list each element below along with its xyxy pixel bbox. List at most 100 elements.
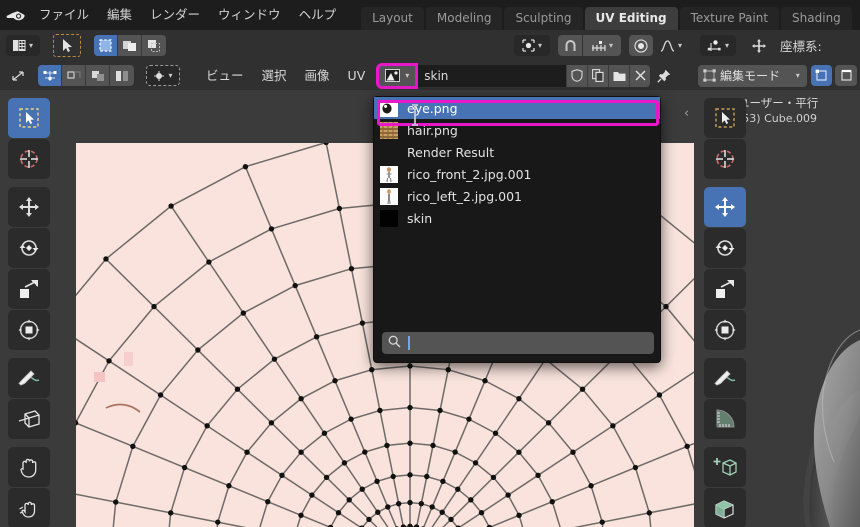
chevron-down-icon: ▾	[677, 41, 682, 50]
menu-file[interactable]: ファイル	[30, 0, 98, 30]
pivot-center-icon[interactable]: ▾	[514, 35, 550, 56]
uv-tool-rotate[interactable]	[8, 228, 50, 268]
island-select-icon[interactable]	[110, 65, 134, 86]
uv-editor-header-top: ▾ ▾ ▾ ▾	[0, 30, 694, 61]
dropdown-item-label: skin	[407, 210, 433, 226]
move-arrows-icon[interactable]	[746, 35, 772, 56]
dropdown-item-rico-front[interactable]: rico_front_2.jpg.001	[374, 163, 660, 185]
vertex-select-icon[interactable]	[38, 65, 62, 86]
proportional-edit-icon[interactable]	[629, 35, 653, 56]
uv-editor-header-bottom: ▾ ビュー 選択 画像 UV ▾ skin	[0, 61, 694, 90]
image-browse-dropdown: eye.png hair.png Render Result rico_fron…	[373, 96, 661, 363]
tab-texture-paint[interactable]: Texture Paint	[679, 7, 780, 30]
uv-tool-relax[interactable]	[8, 488, 50, 527]
folder-open-icon[interactable]	[608, 64, 630, 87]
image-datablock-field: ▾ skin	[376, 62, 675, 89]
smooth-falloff-icon[interactable]: ▾	[654, 35, 688, 56]
view3d-header-bottom: 編集モード ▾	[694, 61, 860, 90]
v3d-tool-scale[interactable]	[704, 269, 746, 309]
tab-modeling[interactable]: Modeling	[425, 7, 503, 30]
uv-tool-tweak[interactable]	[8, 98, 50, 138]
view-name-label: ユーザー・平行	[738, 96, 819, 110]
chevron-down-icon: ▾	[724, 41, 729, 50]
snap-increment-icon[interactable]: ▾	[583, 35, 621, 56]
pivot-icon[interactable]: ▾	[700, 35, 736, 56]
uv-tool-move[interactable]	[8, 187, 50, 227]
subtract-selection-icon[interactable]	[142, 35, 166, 56]
blender-window: ファイル 編集 レンダー ウィンドウ ヘルプ Layout Modeling S…	[0, 0, 860, 527]
dropdown-item-render-result[interactable]: Render Result	[374, 141, 660, 163]
dropdown-item-label: rico_front_2.jpg.001	[407, 166, 532, 182]
uv-tool-scale[interactable]	[8, 269, 50, 309]
chevron-down-icon: ▾	[608, 41, 613, 50]
select-mode-group	[94, 35, 166, 56]
uv-sync-icon[interactable]	[6, 65, 30, 86]
v3d-tool-tweak[interactable]	[704, 98, 746, 138]
topbar: ファイル 編集 レンダー ウィンドウ ヘルプ Layout Modeling S…	[0, 0, 860, 30]
image-name-field[interactable]: skin	[416, 64, 567, 87]
dropdown-search-input[interactable]	[382, 332, 654, 354]
datablock-action-icons	[566, 64, 651, 87]
v3d-tool-rotate[interactable]	[704, 228, 746, 268]
skin-thumbnail	[380, 209, 398, 227]
editmode-icon	[698, 69, 720, 82]
uv-tool-rip-region[interactable]	[8, 399, 50, 439]
copy-icon[interactable]	[587, 64, 609, 87]
tab-layout[interactable]: Layout	[361, 7, 424, 30]
dropdown-item-skin[interactable]: skin	[374, 207, 660, 229]
uv-tool-transform[interactable]	[8, 310, 50, 350]
no-thumbnail	[380, 144, 398, 161]
blender-logo-icon[interactable]	[0, 0, 30, 30]
uv-menu-select[interactable]: 選択	[253, 61, 296, 90]
view3d-viewport[interactable]: ユーザー・平行 (53) Cube.009	[694, 90, 860, 527]
interaction-mode-dropdown[interactable]: 編集モード ▾	[698, 64, 807, 87]
shield-icon[interactable]	[566, 64, 588, 87]
rico-front-thumbnail	[380, 165, 398, 183]
tweak-cursor-icon[interactable]	[53, 34, 81, 57]
workspace-tabs: Layout Modeling Sculpting UV Editing Tex…	[361, 0, 854, 30]
tab-shading[interactable]: Shading	[781, 7, 852, 30]
uv-tool-annotate[interactable]	[8, 358, 50, 398]
uv-toolbar	[8, 98, 50, 527]
extend-selection-icon[interactable]	[118, 35, 142, 56]
v3d-tool-move[interactable]	[704, 187, 746, 227]
v3d-tool-extrude[interactable]	[704, 488, 746, 527]
v3d-tool-add-cube[interactable]	[704, 447, 746, 487]
uv-tool-cursor[interactable]	[8, 139, 50, 179]
dropdown-item-label: eye.png	[407, 100, 458, 116]
rico-left-thumbnail	[380, 187, 398, 205]
menu-help[interactable]: ヘルプ	[290, 0, 346, 30]
sidebar-collapse-chevron-icon[interactable]: ‹	[684, 106, 689, 121]
text-caret	[408, 336, 410, 350]
pin-icon[interactable]	[653, 65, 675, 87]
edge-select-icon[interactable]	[835, 65, 857, 86]
chevron-down-icon: ▾	[537, 41, 542, 50]
tab-sculpting[interactable]: Sculpting	[504, 7, 583, 30]
sticky-selection-icon[interactable]: ▾	[146, 65, 180, 86]
uv-menu-view[interactable]: ビュー	[197, 61, 253, 90]
menu-render[interactable]: レンダー	[141, 0, 209, 30]
v3d-tool-annotate[interactable]	[704, 358, 746, 398]
v3d-tool-cursor[interactable]	[704, 139, 746, 179]
magnet-icon[interactable]	[558, 35, 582, 56]
uv-menu-image[interactable]: 画像	[296, 61, 339, 90]
browse-image-icon[interactable]: ▾	[376, 62, 419, 89]
close-icon[interactable]	[629, 64, 651, 87]
viewport-info-overlay: ユーザー・平行 (53) Cube.009	[738, 95, 818, 127]
menu-window[interactable]: ウィンドウ	[209, 0, 290, 30]
new-selection-icon[interactable]	[94, 35, 118, 56]
dropdown-item-rico-left[interactable]: rico_left_2.jpg.001	[374, 185, 660, 207]
chevron-down-icon: ▾	[795, 71, 800, 80]
tab-uv-editing[interactable]: UV Editing	[584, 7, 678, 30]
vertex-select-icon[interactable]	[810, 65, 833, 86]
dropdown-item-hair-png[interactable]: hair.png	[374, 119, 660, 141]
uv-tool-grab[interactable]	[8, 447, 50, 487]
face-select-icon[interactable]	[86, 65, 110, 86]
dropdown-item-eye-png[interactable]: eye.png	[374, 97, 660, 119]
menu-edit[interactable]: 編集	[98, 0, 141, 30]
v3d-tool-measure[interactable]	[704, 399, 746, 439]
v3d-tool-transform[interactable]	[704, 310, 746, 350]
edge-select-icon[interactable]	[62, 65, 86, 86]
uv-menu-uv[interactable]: UV	[339, 61, 375, 90]
editor-type-selector[interactable]: ▾	[6, 35, 40, 56]
